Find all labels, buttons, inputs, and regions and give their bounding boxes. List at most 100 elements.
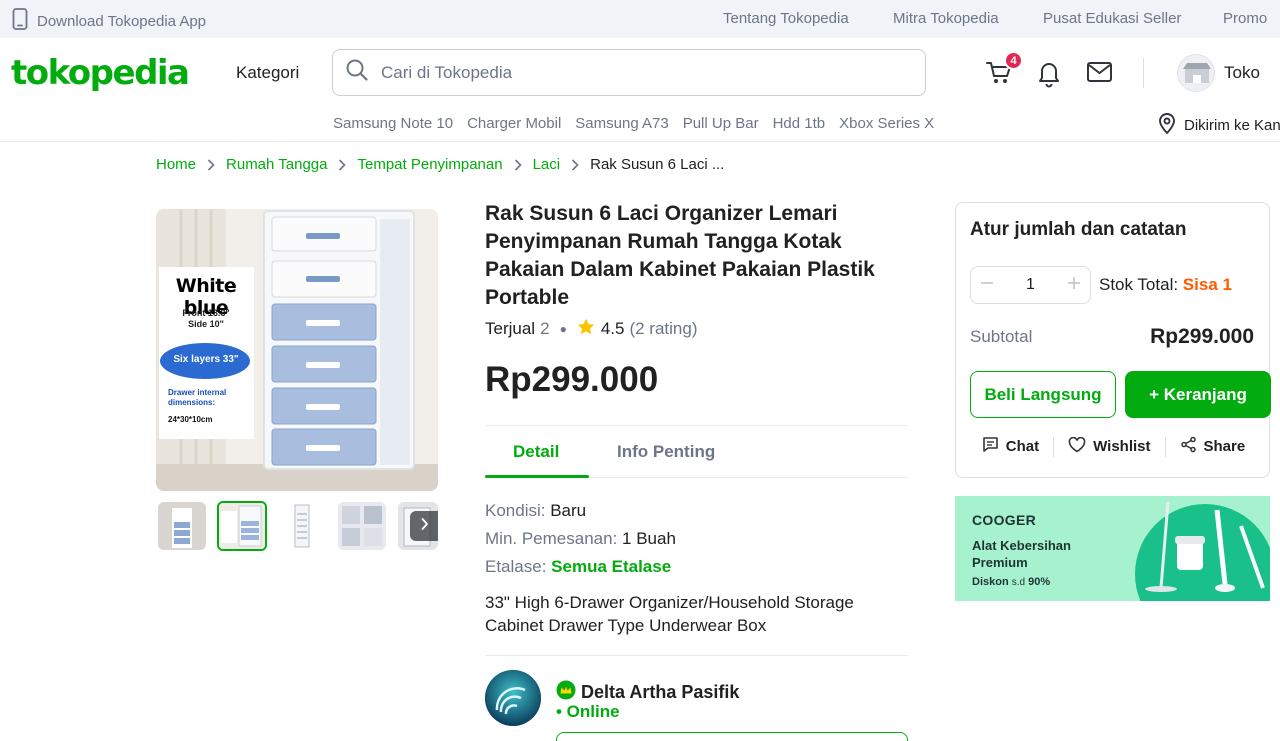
image-internal-size: 24*30*10cm [168,415,213,424]
chevron-right-icon [338,158,347,171]
dot-separator: ● [559,322,567,336]
keyword-link[interactable]: Pull Up Bar [683,115,759,132]
tab-info-penting[interactable]: Info Penting [617,442,715,462]
keyword-link[interactable]: Xbox Series X [839,115,934,132]
wishlist-button[interactable]: Wishlist [1054,436,1164,457]
add-to-cart-button[interactable]: + Keranjang [1125,371,1271,418]
rating-value: 4.5 [600,319,625,338]
banner-brand: COOGER [972,512,1037,528]
product-title: Rak Susun 6 Laci Organizer Lemari Penyim… [485,202,875,309]
download-app-link[interactable]: Download Tokopedia App [12,8,206,34]
product-specs: Kondisi: Baru Min. Pemesanan: 1 Buah Eta… [485,497,676,581]
spec-showcase: Etalase: Semua Etalase [485,553,676,581]
header-divider-line [0,141,1280,142]
spec-value: Baru [550,501,587,520]
thumbnail-image-active[interactable] [217,501,267,551]
breadcrumb-tempat-penyimpanan[interactable]: Tempat Penyimpanan [357,156,502,173]
rating-count[interactable]: (2 rating) [629,319,697,339]
breadcrumb-home[interactable]: Home [156,156,196,173]
purchase-card: Atur jumlah dan catatan 1 Stok Total: Si… [955,202,1271,478]
breadcrumb-rumah-tangga[interactable]: Rumah Tangga [226,156,327,173]
message-mail-icon[interactable] [1087,62,1112,87]
chevron-right-icon [420,517,429,536]
keyword-link[interactable]: Samsung Note 10 [333,115,453,132]
chat-label: Chat [1005,438,1040,455]
notification-bell-icon[interactable] [1037,60,1061,93]
minus-icon[interactable] [979,275,995,296]
share-icon [1180,436,1197,457]
promo-banner[interactable]: COOGER Alat Kebersihan Premium Diskon s.… [955,496,1270,601]
follow-button[interactable] [556,732,908,741]
spec-min-order: Min. Pemesanan: 1 Buah [485,525,676,553]
image-dim-side: Side 10" [188,319,224,329]
link-promo[interactable]: Promo [1223,10,1267,27]
image-dim-front: Front 13.8" [182,308,230,318]
purchase-card-title: Atur jumlah dan catatan [970,219,1187,240]
active-tab-indicator [485,475,589,478]
showcase-link[interactable]: Semua Etalase [551,557,671,576]
quantity-value[interactable]: 1 [1026,276,1035,294]
chevron-right-icon [514,158,522,171]
chat-icon [982,436,999,457]
link-edukasi-seller[interactable]: Pusat Edukasi Seller [1043,10,1181,27]
delivery-label: Dikirim ke Kan [1184,116,1280,134]
top-bar: Download Tokopedia App Tentang Tokopedia… [0,0,1280,38]
star-icon [577,318,595,340]
seller-name: Delta Artha Pasifik [581,682,740,702]
stock-value: Sisa 1 [1182,275,1232,294]
search-box[interactable] [332,49,926,96]
share-button[interactable]: Share [1166,436,1260,457]
product-main-image[interactable]: White blue Front 13.8" Side 10" Six laye… [156,209,438,491]
banner-subtitle: Diskon s.d 90% [972,576,1050,588]
share-label: Share [1203,438,1246,455]
buy-now-button[interactable]: Beli Langsung [970,371,1116,418]
breadcrumb: Home Rumah Tangga Tempat Penyimpanan Lac… [156,156,724,173]
heart-icon [1068,436,1086,457]
seller-online-status: • Online [556,702,620,721]
banner-title-line: Alat Kebersihan [972,538,1071,553]
thumbnail-image[interactable] [158,502,206,550]
spec-label: Kondisi: [485,501,551,520]
shop-label[interactable]: Toko [1224,63,1260,83]
banner-title-line: Premium [972,555,1028,570]
banner-subtitle-value: 90% [1025,576,1051,588]
stock-label: Stok Total: [1099,275,1183,294]
spec-condition: Kondisi: Baru [485,497,676,525]
chevron-right-icon [571,158,579,171]
seller-avatar[interactable] [485,670,541,726]
keyword-link[interactable]: Samsung A73 [575,115,668,132]
product-description: 33" High 6-Drawer Organizer/Household St… [485,593,854,635]
subtotal-value: Rp299.000 [1150,325,1254,348]
product-price: Rp299.000 [485,360,659,399]
chat-button[interactable]: Chat [968,436,1053,457]
quantity-stepper[interactable]: 1 [970,266,1091,304]
thumbnail-image[interactable] [278,502,326,550]
image-layers-text: Six layers 33" [173,354,239,365]
link-mitra[interactable]: Mitra Tokopedia [893,10,999,27]
card-actions: Chat Wishlist Share [956,436,1271,457]
tabs-top-divider [485,425,908,426]
tokopedia-logo[interactable]: tokopedia [11,53,190,93]
banner-subtitle-small: s.d [1011,577,1026,588]
category-menu[interactable]: Kategori [236,63,299,83]
chevron-right-icon [207,158,215,171]
thumbnail-image[interactable] [338,502,386,550]
plus-icon[interactable] [1066,275,1082,296]
cart-count-badge: 4 [1004,51,1023,70]
phone-icon [12,8,28,34]
link-tentang[interactable]: Tentang Tokopedia [723,10,849,27]
keyword-link[interactable]: Charger Mobil [467,115,561,132]
sold-count: 2 [540,319,550,338]
search-input[interactable] [381,62,901,83]
tab-detail[interactable]: Detail [513,442,559,462]
image-internal-label: Drawer internal dimensions: [168,388,227,407]
delivery-location[interactable]: Dikirim ke Kan [1158,112,1280,138]
shop-avatar[interactable] [1177,54,1215,92]
product-stats: Terjual 2 ● 4.5 (2 rating) [485,318,697,340]
keyword-link[interactable]: Hdd 1tb [773,115,826,132]
subtotal-label: Subtotal [970,327,1033,346]
thumbnail-next-button[interactable] [410,511,438,541]
breadcrumb-laci[interactable]: Laci [533,156,561,173]
trending-keywords: Samsung Note 10 Charger Mobil Samsung A7… [333,115,934,132]
search-icon [345,58,369,87]
